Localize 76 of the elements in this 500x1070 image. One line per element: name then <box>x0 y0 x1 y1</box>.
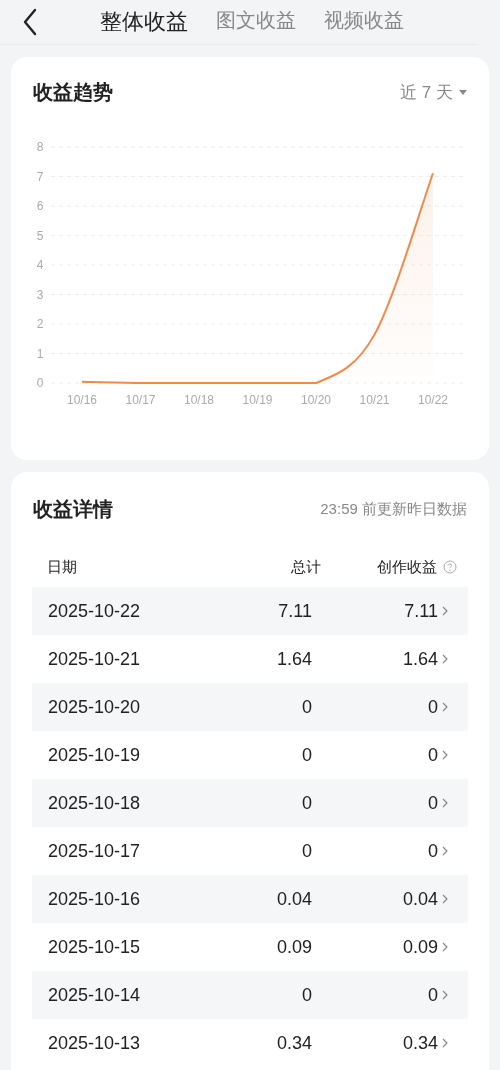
date-cell-text: 2025-10-22 <box>48 600 142 622</box>
chevron-icon <box>442 990 448 1000</box>
axis-label: 3 <box>36 287 44 302</box>
axis-label: 7 <box>36 169 44 184</box>
chevron-icon <box>442 606 448 616</box>
chevron-icon <box>442 846 448 856</box>
table-row[interactable]: 2025-10-19 0 0 <box>32 731 468 779</box>
earnings-cell: 0 <box>428 840 438 862</box>
tab[interactable]: 整体收益 <box>100 7 188 37</box>
chevron-icon <box>442 750 448 760</box>
axis-label: 1 <box>36 346 44 361</box>
chevron-icon <box>442 942 448 952</box>
total-cell-text: 0.34 <box>275 1032 312 1054</box>
axis-label: 5 <box>36 228 44 243</box>
axis-label: 6 <box>36 199 44 213</box>
total-cell-text: 0 <box>301 696 312 718</box>
total-cell-text: 0 <box>301 840 312 862</box>
table-row[interactable]: 2025-10-20 0 0 <box>32 683 468 731</box>
date-cell-text: 2025-10-15 <box>48 936 142 958</box>
column-header: 创作收益 <box>377 557 437 577</box>
date-cell-text: 2025-10-20 <box>48 696 142 718</box>
earnings-cell: 1.64 <box>402 648 438 670</box>
axis-label: 10/17 <box>125 393 156 407</box>
caret-icon <box>459 90 467 95</box>
chevron-icon <box>442 702 448 712</box>
axis-label: 10/21 <box>359 393 390 407</box>
back-icon[interactable] <box>22 8 38 36</box>
date-cell-text: 2025-10-21 <box>48 648 142 670</box>
date-cell-text: 2025-10-14 <box>48 984 142 1006</box>
date-cell-text: 2025-10-16 <box>48 888 142 910</box>
chevron-icon <box>442 798 448 808</box>
table-row[interactable]: 2025-10-21 1.64 1.64 <box>32 635 468 683</box>
date-cell-text: 2025-10-13 <box>48 1032 142 1054</box>
axis-label: 10/16 <box>67 393 97 407</box>
earnings-cell: 0 <box>428 696 438 718</box>
chevron-icon <box>442 894 448 904</box>
earnings-cell: 0 <box>428 792 438 814</box>
section-title: 收益详情 <box>33 497 113 522</box>
axis-label: 10/18 <box>184 393 214 407</box>
range-dropdown[interactable]: 近 7 天 <box>400 81 467 104</box>
earnings-cell: 7.11 <box>404 600 438 622</box>
earnings-cell: 0 <box>428 984 438 1006</box>
earnings-cell: 0.09 <box>402 936 438 958</box>
total-cell-text: 0.04 <box>275 888 312 910</box>
axis-label: 2 <box>36 317 44 331</box>
axis-label: 0 <box>36 376 44 390</box>
date-cell-text: 2025-10-19 <box>48 744 142 766</box>
table-row[interactable]: 2025-10-18 0 0 <box>32 779 468 827</box>
earnings-cell: 0.04 <box>402 888 438 910</box>
table-row[interactable]: 2025-10-15 0.09 0.09 <box>32 923 468 971</box>
section-title: 收益趋势 <box>33 80 113 105</box>
chevron-icon <box>442 654 448 664</box>
table-row[interactable]: 2025-10-13 0.34 0.34 <box>32 1019 468 1067</box>
date-cell-text: 2025-10-18 <box>48 792 142 814</box>
chevron-icon <box>442 1038 448 1048</box>
table-row[interactable]: 2025-10-17 0 0 <box>32 827 468 875</box>
axis-label: 4 <box>36 258 44 272</box>
total-cell-text: 7.11 <box>277 600 312 622</box>
axis-label: 10/22 <box>418 393 448 407</box>
table-row[interactable]: 2025-10-22 7.11 7.11 <box>32 587 468 635</box>
axis-label: 10/20 <box>301 393 331 407</box>
table-row[interactable]: 2025-10-14 0 0 <box>32 971 468 1019</box>
column-header: 总计 <box>290 557 321 577</box>
total-cell-text: 1.64 <box>275 648 312 670</box>
axis-label: 8 <box>36 140 44 154</box>
total-cell-text: 0.09 <box>275 936 312 958</box>
axis-label: 10/19 <box>242 393 273 407</box>
earnings-cell: 0 <box>428 744 438 766</box>
column-header: 日期 <box>47 557 78 577</box>
update-note: 23:59 前更新昨日数据 <box>320 500 467 519</box>
earnings-cell: 0.34 <box>402 1032 438 1054</box>
table-row[interactable]: 2025-10-16 0.04 0.04 <box>32 875 468 923</box>
total-cell-text: 0 <box>301 792 312 814</box>
total-cell-text: 0 <box>301 744 312 766</box>
total-cell-text: 0 <box>301 984 312 1006</box>
date-cell-text: 2025-10-17 <box>48 840 142 862</box>
